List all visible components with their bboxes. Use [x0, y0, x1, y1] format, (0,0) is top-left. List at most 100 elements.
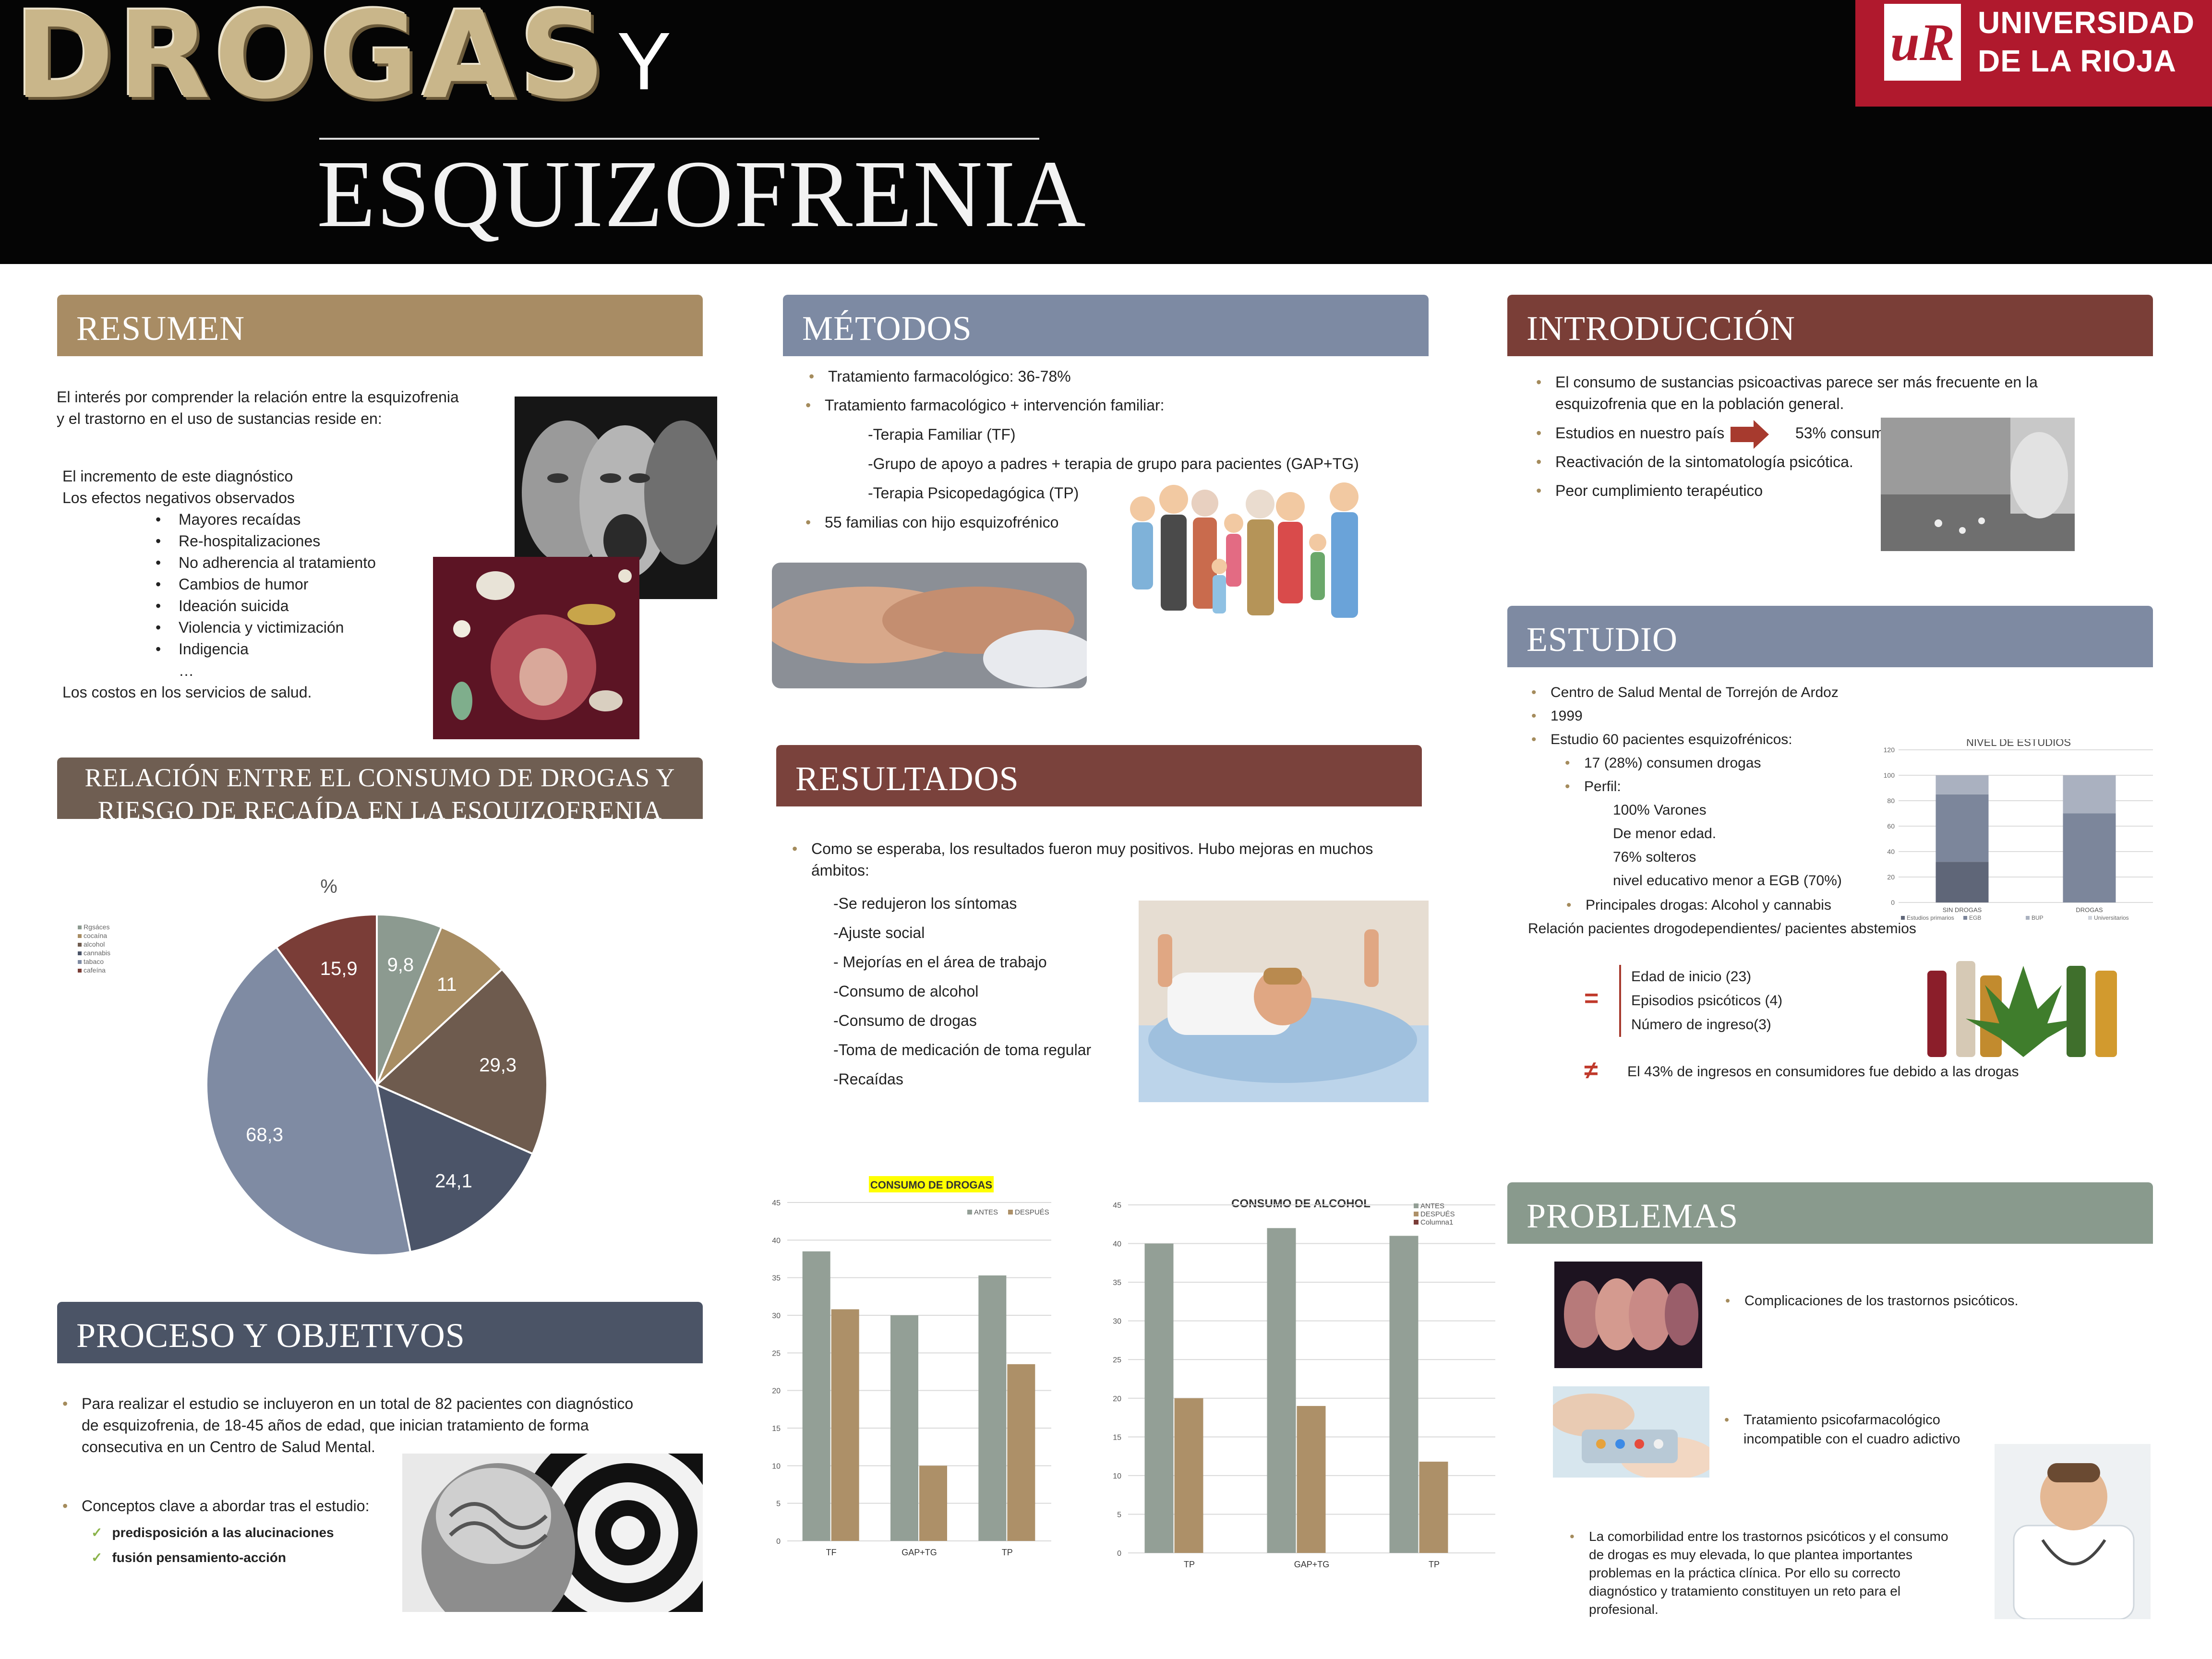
- intro-b4: Peor cumplimiento terapéutico: [1555, 482, 1763, 499]
- resultados-banner: RESULTADOS: [776, 745, 1422, 806]
- intro-bullet-1: • El consumo de sustancias psicoactivas …: [1536, 372, 2038, 415]
- estudio-sub-bullet-2: • Perfil:: [1565, 777, 1621, 797]
- header: DROGAS Y ESQUIZOFRENIA uR UNIVERSIDAD DE…: [0, 0, 2212, 264]
- proceso-b1-line1: Para realizar el estudio se incluyeron e…: [82, 1395, 634, 1412]
- estudio-sb1: 17 (28%) consumen drogas: [1584, 755, 1761, 771]
- proceso-concept-1: ✓ predisposición a las alucinaciones: [91, 1522, 334, 1543]
- doctor-image: [1995, 1444, 2151, 1619]
- y-tick-label: 30: [772, 1312, 781, 1320]
- stacked-bar: [1936, 775, 1989, 794]
- bullet-icon: •: [1536, 424, 1542, 442]
- legend-swatch: [1963, 916, 1967, 920]
- legend-label: Columna1: [1420, 1218, 1453, 1226]
- stacked-bar: [1936, 794, 1989, 862]
- legend-label: DESPUÉS: [1015, 1208, 1049, 1216]
- pills-image: [433, 557, 639, 739]
- not-equal-icon: ≠: [1584, 1057, 1598, 1084]
- estudio-sub-bullet-1: • 17 (28%) consumen drogas: [1565, 753, 1761, 773]
- intro-b2-right: 53% consume: [1795, 424, 1893, 442]
- university-name-line2: DE LA RIOJA: [1978, 44, 2176, 78]
- intro-b2-left: Estudios en nuestro país: [1555, 424, 1725, 442]
- holding-hands-image: [772, 563, 1087, 688]
- estudio-b1: Centro de Salud Mental de Torrejón de Ar…: [1551, 685, 1839, 700]
- bullet-icon: •: [156, 554, 161, 571]
- pie-legend-swatch: [78, 934, 82, 938]
- legend-swatch: [1008, 1210, 1013, 1214]
- equal-icon: =: [1584, 985, 1599, 1012]
- resultados-item: -Consumo de alcohol: [833, 983, 979, 1000]
- bullet-icon: •: [809, 368, 815, 385]
- y-tick-label: 45: [772, 1199, 781, 1207]
- bullet-icon: •: [1570, 1529, 1575, 1544]
- resumen-effect-label: Re-hospitalizaciones: [179, 532, 321, 550]
- problemas-b3-line4: diagnóstico y tratamiento constituyen un…: [1589, 1584, 1901, 1599]
- resumen-effect-item: • Ideación suicida: [156, 595, 376, 617]
- bar: [802, 1251, 830, 1541]
- bar: [1389, 1236, 1419, 1553]
- x-tick-label: GAP+TG: [1294, 1560, 1330, 1569]
- resumen-effect-label: Violencia y victimización: [179, 619, 344, 636]
- y-tick-label: 10: [772, 1462, 781, 1470]
- pie-data-label: 24,1: [435, 1170, 472, 1191]
- proceso-c1: predisposición a las alucinaciones: [112, 1525, 334, 1540]
- x-tick-label: TP: [1002, 1548, 1013, 1557]
- legend-swatch: [2088, 916, 2092, 920]
- relapse-pie-chart: % 9,8 11 29,3 24,1 68,3 15,9 Rgsácescocaínaalco…: [78, 876, 548, 1256]
- relacion-title-line2: RIESGO DE RECAÍDA EN LA ESQUIZOFRENIA: [97, 796, 662, 825]
- bullet-icon: •: [1531, 732, 1537, 747]
- proceso-bullet-1: • Para realizar el estudio se incluyeron…: [62, 1393, 634, 1458]
- chart-title: CONSUMO DE DROGAS: [870, 1179, 992, 1191]
- bar: [890, 1315, 918, 1541]
- legend-swatch: [1414, 1212, 1419, 1216]
- pie-legend-label: cafeína: [84, 966, 106, 974]
- resultados-item: -Consumo de drogas: [833, 1012, 977, 1029]
- pie-legend-label: tabaco: [84, 958, 104, 965]
- bullet-icon: •: [62, 1395, 68, 1412]
- y-tick-label: 20: [1887, 873, 1895, 881]
- resumen-effect-item: • No adherencia al tratamiento: [156, 552, 376, 574]
- problemas-banner: PROBLEMAS: [1507, 1182, 2153, 1244]
- y-tick-label: 120: [1884, 746, 1895, 754]
- resultados-b1-line1: Como se esperaba, los resultados fueron …: [811, 840, 1373, 857]
- brain-spiral-image: [402, 1454, 703, 1612]
- pie-legend-swatch: [78, 960, 82, 964]
- proceso-c2: fusión pensamiento-acción: [112, 1550, 286, 1565]
- bar: [1007, 1364, 1035, 1541]
- metodos-sub-3: -Terapia Psicopedagógica (TP): [868, 484, 1079, 502]
- proceso-bullet-2: • Conceptos clave a abordar tras el estu…: [62, 1495, 369, 1517]
- bar: [1174, 1398, 1203, 1553]
- bullet-icon: •: [156, 511, 161, 528]
- pie-legend-label: Rgsáces: [84, 923, 109, 931]
- x-tick-label: SIN DROGAS: [1943, 906, 1982, 914]
- bullet-icon: •: [1566, 897, 1572, 913]
- resultados-bullet-1: • Como se esperaba, los resultados fuero…: [792, 838, 1373, 881]
- bar: [831, 1309, 859, 1541]
- resumen-ellipsis: …: [179, 662, 194, 679]
- pie-legend-label: alcohol: [84, 940, 105, 948]
- stacked-bar: [2063, 775, 2116, 814]
- y-tick-label: 45: [1113, 1202, 1121, 1210]
- estudio-perfil-1: 100% Varones: [1613, 802, 1707, 818]
- metodos-sub-1: -Terapia Familiar (TF): [868, 426, 1016, 443]
- resumen-effect-item: • Indigencia: [156, 638, 376, 660]
- metodos-b2: Tratamiento farmacológico + intervención…: [825, 397, 1165, 414]
- estudio-eq-3: Número de ingreso(3): [1631, 1017, 1771, 1033]
- estudio-banner: ESTUDIO: [1507, 606, 2153, 667]
- bullet-icon: •: [805, 397, 811, 414]
- y-tick-label: 35: [1113, 1279, 1121, 1287]
- bullet-icon: •: [1724, 1412, 1730, 1428]
- introduccion-banner: INTRODUCCIÓN: [1507, 295, 2153, 356]
- bracket-line: [1619, 965, 1621, 1037]
- estudio-bullet-1: • Centro de Salud Mental de Torrejón de …: [1531, 683, 1839, 703]
- pie-legend-swatch: [78, 943, 82, 947]
- resumen-intro-line1: El interés por comprender la relación en…: [57, 388, 459, 406]
- bullet-icon: •: [156, 532, 161, 550]
- problemas-b3-line1: La comorbilidad entre los trastornos psi…: [1589, 1529, 1948, 1544]
- resumen-intro: El interés por comprender la relación en…: [57, 386, 459, 430]
- check-icon: ✓: [91, 1550, 103, 1565]
- metodos-sub-2: -Grupo de apoyo a padres + terapia de gr…: [868, 455, 1359, 472]
- y-tick-label: 80: [1887, 797, 1895, 805]
- alcohol-cannabis-image: [1923, 951, 2127, 1060]
- bar: [1297, 1406, 1326, 1553]
- bar: [1144, 1243, 1174, 1553]
